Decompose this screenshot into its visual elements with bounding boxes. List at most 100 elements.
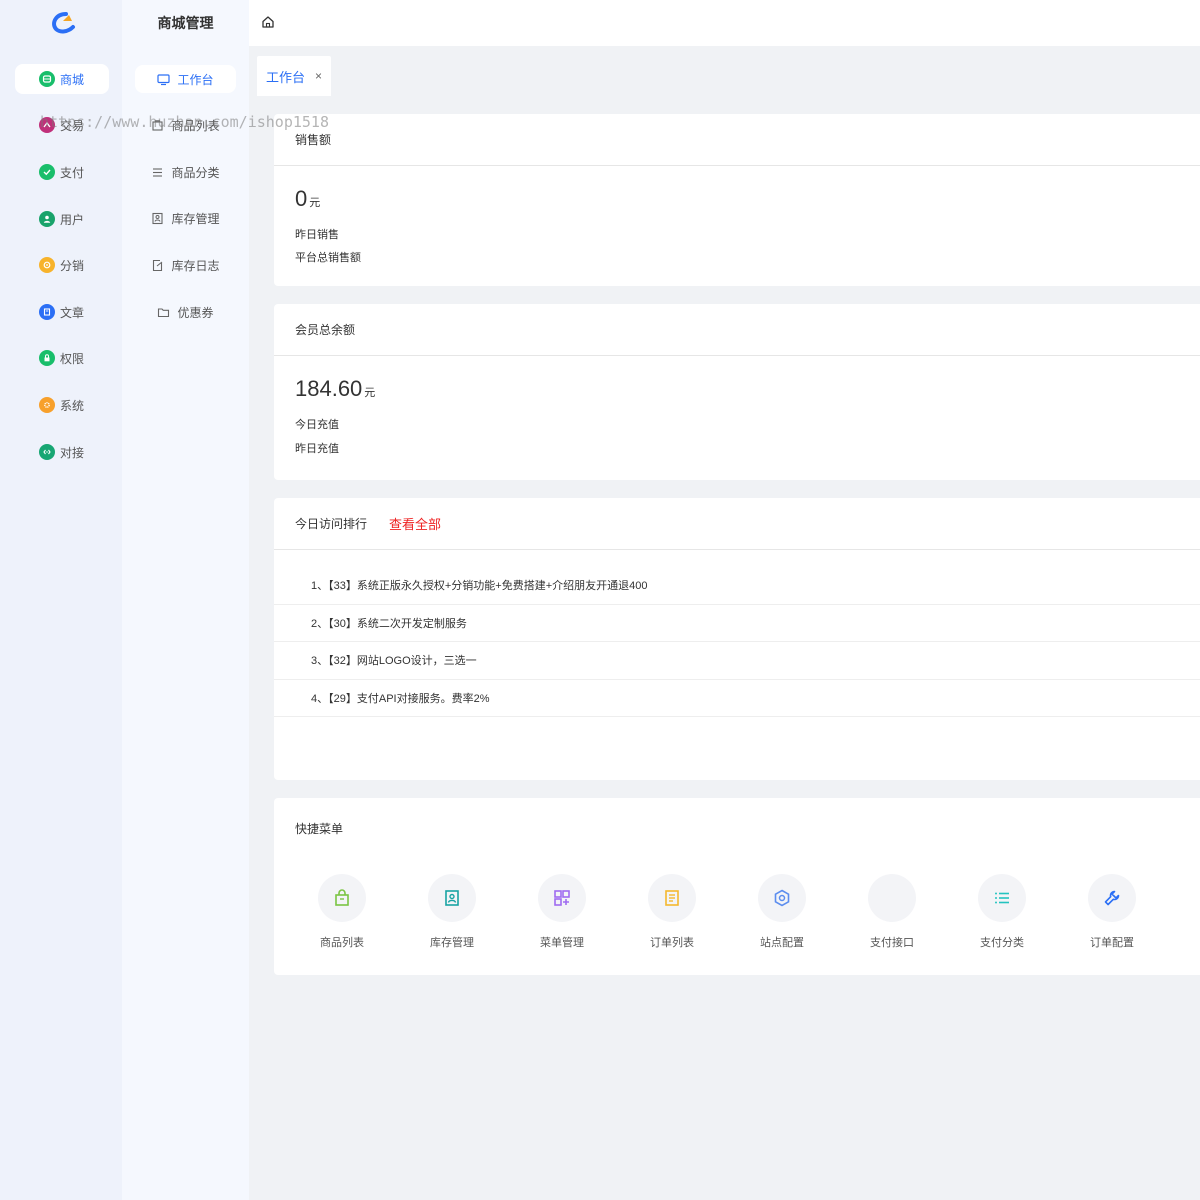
shopping-bag-icon xyxy=(318,874,366,922)
rail-item-article[interactable]: 文章 xyxy=(15,297,109,327)
rail-item-label: 交易 xyxy=(60,118,85,133)
folder-icon xyxy=(157,306,170,319)
quick-item-menu-manage[interactable]: 菜单管理 xyxy=(522,874,602,950)
top-header xyxy=(249,0,1200,46)
balance-today-label: 今日充值 xyxy=(295,419,339,431)
home-icon[interactable] xyxy=(261,15,275,29)
lock-icon xyxy=(39,350,55,366)
balance-unit: 元 xyxy=(364,387,376,399)
article-icon xyxy=(39,304,55,320)
quick-item-label: 支付分类 xyxy=(980,937,1024,949)
quick-item-label: 菜单管理 xyxy=(540,937,584,949)
ranking-list: 1、【33】系统正版永久授权+分销功能+免费搭建+介绍朋友开通退400 2、【3… xyxy=(274,550,1200,717)
quick-item-label: 库存管理 xyxy=(430,937,474,949)
quick-item-label: 商品列表 xyxy=(320,937,364,949)
balance-value: 184.60 xyxy=(295,376,363,401)
quick-menu-grid: 商品列表 库存管理 菜单管理 订单列表 站点配置 支付接口 支付分类 订单配置 xyxy=(274,874,1200,954)
rail-item-permission[interactable]: 权限 xyxy=(15,343,109,373)
sales-unit: 元 xyxy=(309,197,321,209)
quick-item-inventory[interactable]: 库存管理 xyxy=(412,874,492,950)
quick-menu-title: 快捷菜单 xyxy=(295,822,344,836)
sales-yesterday-label: 昨日销售 xyxy=(295,229,339,241)
logo-icon[interactable] xyxy=(48,11,76,35)
view-all-link[interactable]: 查看全部 xyxy=(389,514,441,533)
rail-item-pay[interactable]: 支付 xyxy=(15,157,109,187)
goods-list-icon xyxy=(151,119,164,132)
quick-item-order-config[interactable]: 订单配置 xyxy=(1072,874,1152,950)
inventory-icon xyxy=(428,874,476,922)
rail-item-trade[interactable]: 交易 xyxy=(15,110,109,140)
sub-item-dashboard[interactable]: 工作台 xyxy=(135,65,236,93)
sales-total-label: 平台总销售额 xyxy=(295,252,361,264)
rail-item-integration[interactable]: 对接 xyxy=(15,437,109,467)
rail-item-system[interactable]: 系统 xyxy=(15,390,109,420)
ranking-row[interactable]: 3、【32】网站LOGO设计，三选一 xyxy=(274,642,1200,680)
hexagon-icon xyxy=(758,874,806,922)
quick-item-site-config[interactable]: 站点配置 xyxy=(742,874,822,950)
list-icon xyxy=(978,874,1026,922)
category-icon xyxy=(151,166,164,179)
trade-icon xyxy=(39,117,55,133)
tab-label: 工作台 xyxy=(266,69,306,85)
store-icon xyxy=(39,71,55,87)
balance-card: 会员总余额 184.60 元 今日充值 昨日充值 xyxy=(274,304,1200,480)
submenu-title: 商城管理 xyxy=(122,0,249,46)
sub-item-category[interactable]: 商品分类 xyxy=(135,158,236,186)
link-icon xyxy=(39,444,55,460)
ranking-card-head: 今日访问排行 查看全部 xyxy=(274,498,1200,550)
sub-item-label: 商品分类 xyxy=(171,165,220,180)
tabs-bar: 工作台 × xyxy=(249,46,1200,98)
inventory-icon xyxy=(151,212,164,225)
quick-item-payment-api[interactable]: 支付接口 xyxy=(852,874,932,950)
monitor-icon xyxy=(157,73,171,86)
rail-item-label: 文章 xyxy=(60,305,85,320)
rail-item-label: 系统 xyxy=(60,398,85,413)
quick-item-payment-category[interactable]: 支付分类 xyxy=(962,874,1042,950)
rail-item-label: 对接 xyxy=(60,445,85,460)
tab-dashboard[interactable]: 工作台 × xyxy=(257,56,331,96)
rail-item-user[interactable]: 用户 xyxy=(15,204,109,234)
sub-item-coupon[interactable]: 优惠券 xyxy=(135,298,236,326)
sales-card-title: 销售额 xyxy=(274,114,1200,166)
sub-item-label: 库存日志 xyxy=(171,258,220,273)
wrench-icon xyxy=(1088,874,1136,922)
sub-item-label: 商品列表 xyxy=(171,118,220,133)
sales-card: 销售额 0元 昨日销售 平台总销售额 xyxy=(274,114,1200,286)
ranking-row[interactable]: 1、【33】系统正版永久授权+分销功能+免费搭建+介绍朋友开通退400 xyxy=(274,567,1200,605)
sub-item-label: 优惠券 xyxy=(177,305,214,320)
rail-item-label: 支付 xyxy=(60,165,85,180)
quick-item-label: 站点配置 xyxy=(760,937,804,949)
ranking-row[interactable]: 2、【30】系统二次开发定制服务 xyxy=(274,605,1200,642)
ranking-title: 今日访问排行 xyxy=(295,517,368,531)
main-nav-rail: 商城 交易 支付 用户 分销 文章 权限 系统 对接 xyxy=(0,0,122,1200)
balance-yesterday-label: 昨日充值 xyxy=(295,443,339,455)
quick-item-order-list[interactable]: 订单列表 xyxy=(632,874,712,950)
order-icon xyxy=(648,874,696,922)
rail-item-label: 商城 xyxy=(60,72,85,87)
quick-item-goods-list[interactable]: 商品列表 xyxy=(302,874,382,950)
sales-amount: 0元 xyxy=(295,186,1200,212)
sub-item-label: 工作台 xyxy=(177,72,214,87)
user-icon xyxy=(39,211,55,227)
balance-amount: 184.60 元 xyxy=(295,376,1200,402)
log-icon xyxy=(151,259,164,272)
sub-item-inventory[interactable]: 库存管理 xyxy=(135,204,236,232)
sales-value: 0 xyxy=(295,186,308,211)
distribution-icon xyxy=(39,257,55,273)
sub-item-inventory-log[interactable]: 库存日志 xyxy=(135,251,236,279)
rail-item-label: 用户 xyxy=(60,212,85,227)
quick-item-label: 订单配置 xyxy=(1090,937,1134,949)
rail-item-distribution[interactable]: 分销 xyxy=(15,250,109,280)
sub-menu: 商城管理 工作台 商品列表 商品分类 库存管理 库存日志 优惠券 xyxy=(122,0,249,1200)
ranking-card: 今日访问排行 查看全部 1、【33】系统正版永久授权+分销功能+免费搭建+介绍朋… xyxy=(274,498,1200,780)
gear-icon xyxy=(39,397,55,413)
balance-card-title: 会员总余额 xyxy=(274,304,1200,356)
quick-item-label: 订单列表 xyxy=(650,937,694,949)
ranking-row[interactable]: 4、【29】支付API对接服务。费率2% xyxy=(274,680,1200,717)
rail-item-label: 权限 xyxy=(60,351,85,366)
quick-menu-card: 快捷菜单 商品列表 库存管理 菜单管理 订单列表 站点配置 支付接口 支付分类 … xyxy=(274,798,1200,975)
close-icon[interactable]: × xyxy=(315,69,322,83)
quick-item-label: 支付接口 xyxy=(870,937,914,949)
rail-item-store[interactable]: 商城 xyxy=(15,64,109,94)
sub-item-goods-list[interactable]: 商品列表 xyxy=(135,111,236,139)
